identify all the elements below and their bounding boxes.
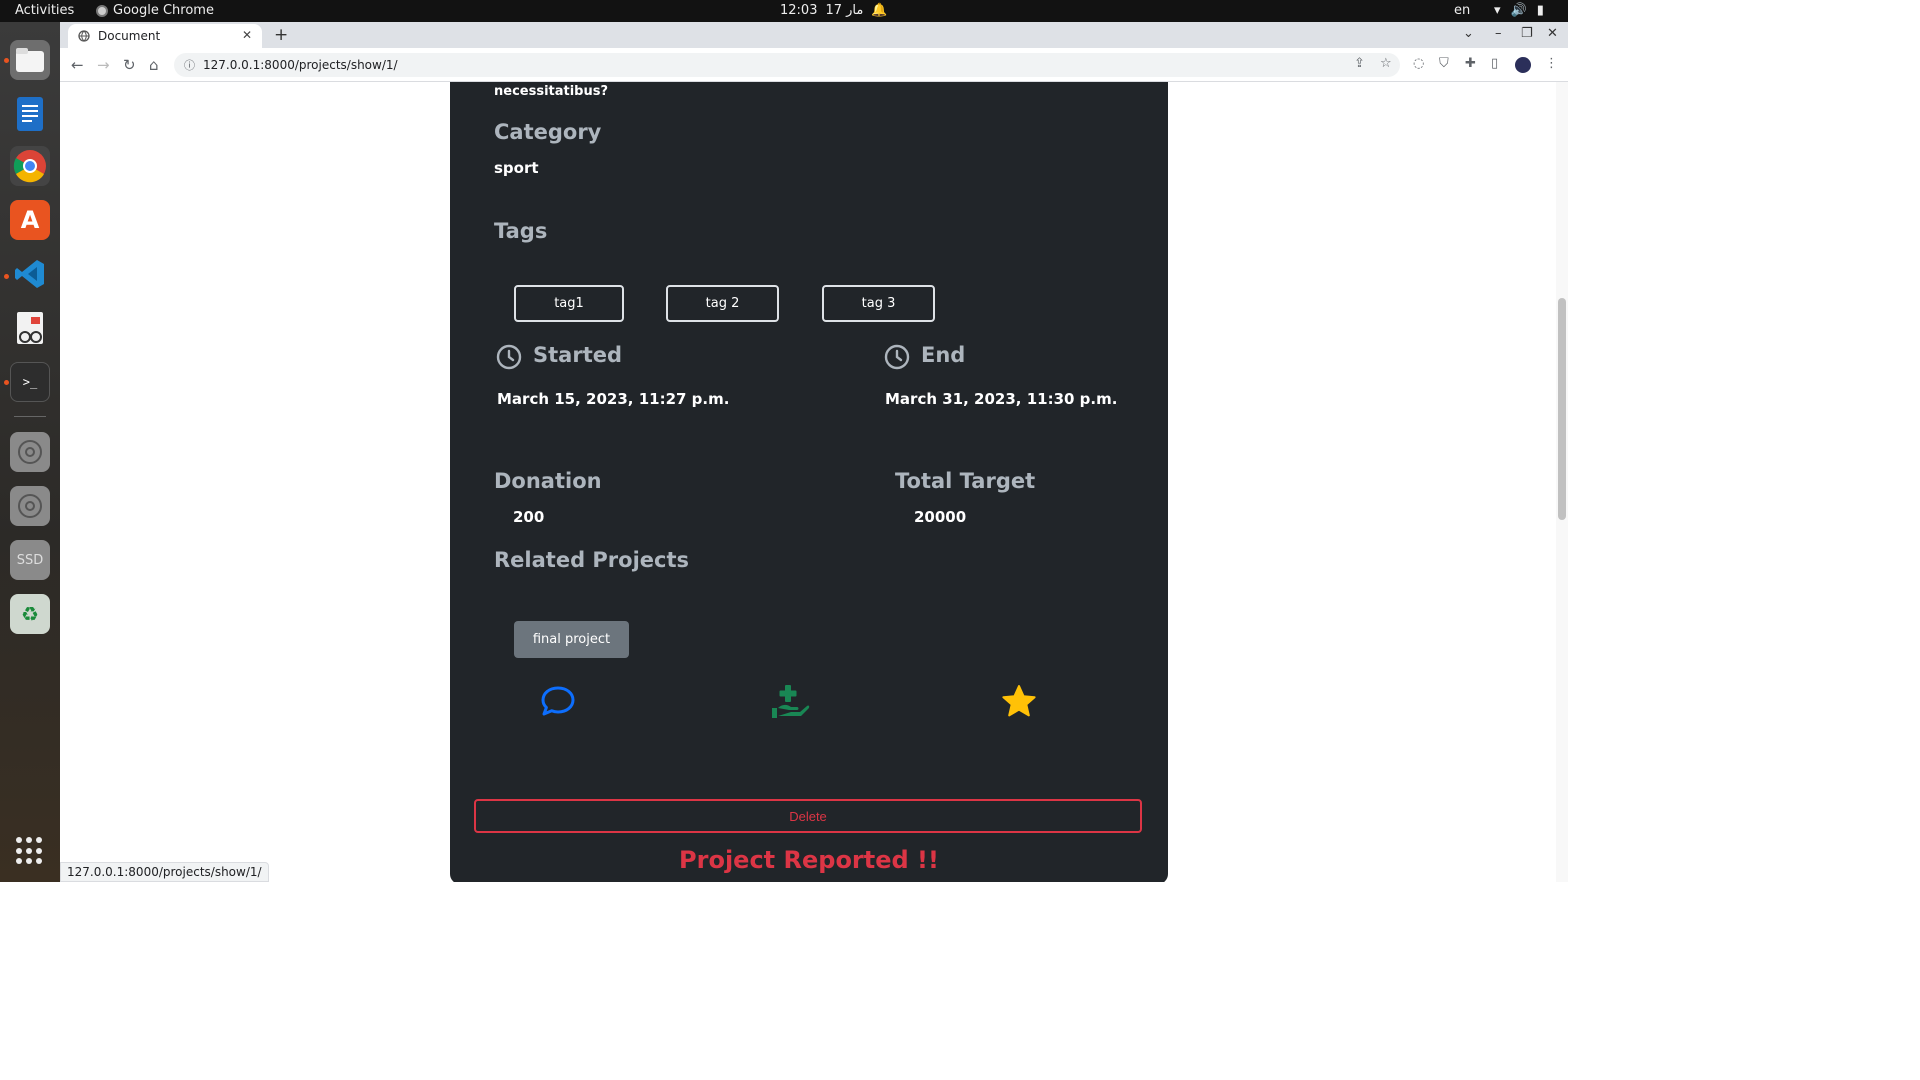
wifi-icon: ▾ — [1494, 3, 1501, 18]
reader-icon[interactable] — [10, 308, 50, 348]
total-target-heading: Total Target — [895, 469, 1036, 493]
home-icon[interactable]: ⌂ — [149, 56, 159, 74]
tag-chip[interactable]: tag1 — [514, 285, 624, 322]
clock-time: 12:03 — [780, 3, 818, 18]
app-menu[interactable]: Google Chrome — [96, 3, 214, 18]
new-tab-icon[interactable]: + — [274, 25, 288, 45]
show-apps-icon[interactable] — [16, 837, 44, 865]
reload-icon[interactable]: ↻ — [123, 56, 136, 74]
side-panel-icon[interactable]: ▯ — [1491, 56, 1498, 71]
address-bar[interactable]: ⓘ 127.0.0.1:8000/projects/show/1/ — [174, 53, 1400, 77]
menu-icon[interactable]: ⋮ — [1545, 56, 1558, 71]
chat-bubble-icon[interactable] — [540, 685, 576, 719]
end-value: March 31, 2023, 11:30 p.m. — [885, 390, 1118, 408]
page-scrollbar[interactable] — [1556, 82, 1568, 882]
system-top-bar: Activities Google Chrome 12:03 17 مار 🔔 … — [0, 0, 1568, 22]
chrome-dock-icon[interactable] — [10, 146, 50, 186]
minimize-icon[interactable]: – — [1495, 26, 1502, 41]
writer-icon[interactable] — [10, 94, 50, 134]
chrome-icon — [96, 4, 108, 17]
disc-icon[interactable] — [10, 486, 50, 526]
browser-toolbar: ← → ↻ ⌂ ⓘ 127.0.0.1:8000/projects/show/1… — [60, 48, 1568, 82]
project-description: necessitatibus? — [494, 84, 609, 99]
trash-icon[interactable]: ♻ — [10, 594, 50, 634]
forward-icon[interactable]: → — [97, 56, 110, 74]
info-icon: ⓘ — [184, 59, 195, 72]
donation-heading: Donation — [494, 469, 602, 493]
tab-document[interactable]: Document ✕ — [68, 24, 262, 48]
donation-value: 200 — [513, 508, 545, 526]
link-status-bubble: 127.0.0.1:8000/projects/show/1/ — [60, 862, 269, 882]
started-value: March 15, 2023, 11:27 p.m. — [497, 390, 730, 408]
tab-strip: Document ✕ + ⌄ – ❐ ✕ — [60, 22, 1568, 48]
related-project-button[interactable]: final project — [514, 621, 629, 658]
app-name-label: Google Chrome — [113, 3, 214, 18]
running-indicator — [4, 380, 9, 385]
files-icon[interactable] — [10, 40, 50, 80]
bookmark-star-icon[interactable]: ☆ — [1380, 56, 1392, 71]
software-center-icon[interactable]: A — [10, 200, 50, 240]
puzzle-icon[interactable]: ✚ — [1465, 56, 1476, 71]
bell-icon: 🔔 — [871, 3, 888, 18]
running-indicator — [4, 274, 9, 279]
activities-button[interactable]: Activities — [15, 3, 74, 18]
project-reported-message: Project Reported !! — [679, 846, 939, 874]
category-value: sport — [494, 159, 539, 177]
url-text: 127.0.0.1:8000/projects/show/1/ — [203, 58, 398, 72]
shield-icon[interactable]: ⛉ — [1439, 56, 1449, 71]
system-menu[interactable]: ▾ 🔊 ▮ — [1494, 3, 1544, 18]
volume-icon: 🔊 — [1510, 3, 1527, 18]
started-heading: Started — [533, 343, 623, 367]
globe-icon — [78, 30, 90, 42]
delete-button[interactable]: Delete — [474, 799, 1142, 833]
ssd-drive-icon[interactable]: SSD — [10, 540, 50, 580]
clock[interactable]: 12:03 17 مار 🔔 — [780, 3, 888, 18]
vscode-icon[interactable] — [10, 254, 50, 294]
star-icon[interactable] — [1001, 684, 1037, 720]
clock-date: 17 مار — [825, 3, 864, 18]
running-indicator — [4, 58, 9, 63]
close-tab-icon[interactable]: ✕ — [242, 28, 252, 42]
tag-chip[interactable]: tag 2 — [666, 285, 779, 322]
related-projects-heading: Related Projects — [494, 548, 690, 572]
tab-title: Document — [98, 29, 161, 43]
tab-search-icon[interactable]: ⌄ — [1463, 26, 1474, 41]
hand-plus-donate-icon[interactable] — [770, 682, 810, 720]
back-icon[interactable]: ← — [71, 56, 84, 74]
clock-icon — [496, 344, 522, 370]
battery-icon: ▮ — [1536, 3, 1544, 18]
project-card: necessitatibus? Category sport Tags tag1… — [450, 82, 1168, 882]
language-indicator[interactable]: en — [1454, 3, 1470, 18]
tag-chip[interactable]: tag 3 — [822, 285, 935, 322]
total-target-value: 20000 — [914, 508, 967, 526]
extension-icon[interactable]: ◌ — [1413, 56, 1424, 71]
disc-icon[interactable] — [10, 432, 50, 472]
maximize-icon[interactable]: ❐ — [1521, 26, 1533, 41]
page-viewport: necessitatibus? Category sport Tags tag1… — [60, 82, 1556, 882]
category-heading: Category — [494, 120, 602, 144]
share-icon[interactable]: ⇪ — [1354, 56, 1365, 71]
close-window-icon[interactable]: ✕ — [1547, 26, 1558, 41]
tags-heading: Tags — [494, 219, 548, 243]
clock-icon — [884, 344, 910, 370]
scrollbar-thumb[interactable] — [1558, 298, 1566, 520]
dock-separator — [14, 416, 46, 417]
terminal-icon[interactable]: >_ — [10, 362, 50, 402]
profile-avatar[interactable] — [1515, 57, 1531, 73]
end-heading: End — [921, 343, 966, 367]
dock: A >_ SSD ♻ — [0, 22, 60, 882]
